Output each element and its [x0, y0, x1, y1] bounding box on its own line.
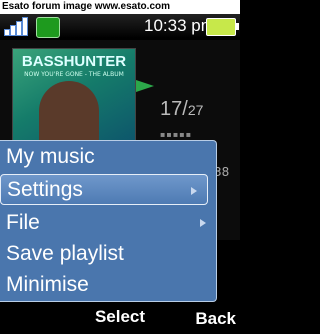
menu-item-minimise[interactable]: Minimise	[0, 269, 216, 300]
album-art-subtitle: NOW YOU'RE GONE - THE ALBUM	[24, 71, 124, 78]
album-art-title: BASSHUNTER	[21, 53, 127, 70]
submenu-arrow-icon	[191, 187, 197, 195]
watermark: Esato forum image www.esato.com	[0, 0, 240, 14]
status-bar: 10:33 pm	[0, 14, 240, 38]
clock: 10:33 pm	[144, 16, 215, 35]
track-counter: 17/27	[160, 98, 203, 121]
menu-item-label: Minimise	[6, 273, 89, 296]
battery-charging-icon	[206, 18, 239, 36]
menu-item-label: Save playlist	[6, 242, 124, 265]
submenu-arrow-icon	[200, 219, 206, 227]
progress-dots: ▪▪▪▪▪	[160, 130, 193, 139]
menu-item-label: My music	[6, 145, 95, 168]
back-softkey[interactable]: Back	[195, 309, 236, 329]
menu-item-settings[interactable]: Settings	[0, 174, 208, 205]
track-current: 17/	[160, 98, 188, 120]
track-total: 27	[187, 102, 204, 118]
softkey-bar: Select Back	[0, 304, 240, 334]
menu-item-label: File	[6, 211, 40, 234]
play-icon	[136, 80, 154, 92]
menu-item-save-playlist[interactable]: Save playlist	[0, 238, 216, 269]
signal-strength-icon	[4, 17, 30, 36]
menu-item-my-music[interactable]: My music	[0, 141, 216, 172]
menu-item-file[interactable]: File	[0, 207, 216, 238]
menu-item-label: Settings	[7, 178, 83, 201]
options-menu: My music Settings File Save playlist Min…	[0, 140, 217, 302]
gprs-icon	[36, 17, 60, 38]
